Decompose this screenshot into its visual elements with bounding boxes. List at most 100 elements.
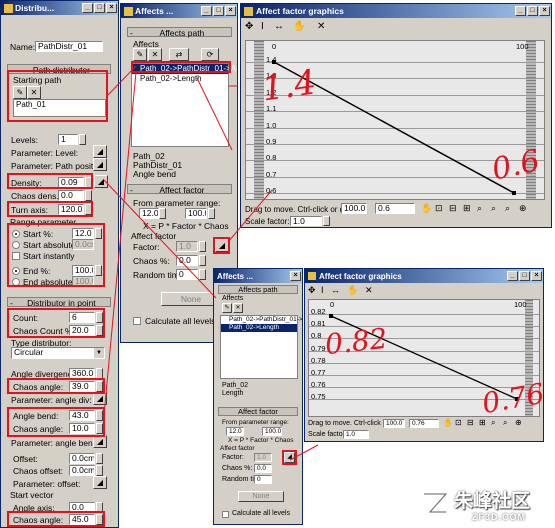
range-to-field[interactable]: 100.0 xyxy=(185,208,207,219)
zoom-vertical-icon[interactable]: ⊞ xyxy=(463,202,471,214)
range-from-spinner[interactable] xyxy=(159,208,166,219)
levels-field[interactable]: 1 xyxy=(58,134,78,145)
minimize-icon[interactable]: _ xyxy=(507,271,518,281)
levels-spinner[interactable] xyxy=(79,134,86,145)
pan-icon[interactable]: ✋ xyxy=(421,202,432,214)
range-from-field[interactable]: 12.0 xyxy=(139,208,159,219)
add-affect-icon[interactable]: ✎ xyxy=(222,303,232,313)
close-icon[interactable]: × xyxy=(539,6,550,16)
list-item[interactable]: Path_02->Length xyxy=(221,324,297,332)
graph-top-titlebar[interactable]: Affect factor graphics _ □ × xyxy=(241,4,551,18)
search-icon[interactable]: ⌕ xyxy=(505,202,510,214)
status-field-y[interactable]: 0.76 xyxy=(409,419,439,428)
maximize-icon[interactable]: □ xyxy=(94,3,105,13)
pick-node-icon[interactable]: ⇄ xyxy=(169,48,189,61)
graph-key-start[interactable] xyxy=(272,60,276,64)
chaos-field[interactable]: 0.0 xyxy=(254,464,272,473)
zoom-region-icon[interactable]: ⌕ xyxy=(491,202,496,214)
move-key-icon[interactable]: ✥ xyxy=(245,21,253,33)
chaos-spinner[interactable] xyxy=(199,255,206,266)
factor-spinner[interactable] xyxy=(199,241,206,252)
offset-field[interactable]: 0.0cm xyxy=(69,453,95,464)
remove-affect-icon[interactable]: ✕ xyxy=(233,303,243,313)
param-level-graph-icon[interactable]: ◢ xyxy=(93,145,107,158)
scale-factor-field[interactable]: 1.0 xyxy=(343,430,369,439)
rollout-affect-factor[interactable]: - Affect factor xyxy=(127,184,232,195)
type-distributor-select[interactable]: Circular ▼ xyxy=(11,347,105,359)
rollout-affects-path[interactable]: - Affects path xyxy=(127,27,232,38)
random-time-field[interactable]: 0 xyxy=(254,475,272,484)
random-time-field[interactable]: 0 xyxy=(176,269,198,280)
affects-titlebar[interactable]: Affects ... _ □ × xyxy=(121,4,237,18)
rollout-affect-factor[interactable]: Affect factor xyxy=(218,407,298,416)
minimize-icon[interactable]: _ xyxy=(515,6,526,16)
close-icon[interactable]: × xyxy=(290,271,301,281)
close-icon[interactable]: × xyxy=(225,6,236,16)
maximize-icon[interactable]: □ xyxy=(519,271,530,281)
graph-key-end[interactable] xyxy=(512,191,516,195)
rollout-affects-path[interactable]: Affects path xyxy=(218,285,298,294)
affects-list[interactable]: Path_02->PathDistr_01->A Path_02->Length xyxy=(220,315,302,379)
graph-lower-titlebar[interactable]: Affect factor graphics _ □ × xyxy=(305,269,543,283)
zoom-all-icon[interactable]: ⊕ xyxy=(515,417,522,429)
factor-field[interactable]: 1.0 xyxy=(254,453,272,462)
zoom-all-icon[interactable]: ⊕ xyxy=(519,202,527,214)
delete-key-icon[interactable]: ✕ xyxy=(365,284,373,296)
zoom-icon[interactable]: ⌕ xyxy=(477,202,482,214)
calc-all-levels-checkbox[interactable] xyxy=(133,317,141,325)
zoom-extents-icon[interactable]: ⊡ xyxy=(455,417,462,429)
affects-list[interactable]: Path_02->PathDistr_01->A Path_02->Length xyxy=(131,63,236,147)
zoom-horizontal-icon[interactable]: ⊟ xyxy=(449,202,457,214)
remove-affect-icon[interactable]: ✕ xyxy=(148,48,162,61)
status-field-x[interactable]: 100.0 xyxy=(383,419,405,428)
maximize-icon[interactable]: □ xyxy=(213,6,224,16)
zoom-horizontal-icon[interactable]: ⊟ xyxy=(467,417,474,429)
pan-hand-icon[interactable]: ✋ xyxy=(347,284,358,296)
random-time-spinner[interactable] xyxy=(199,269,206,280)
offset-spinner[interactable] xyxy=(96,453,103,464)
pan-hand-icon[interactable]: ✋ xyxy=(293,21,305,33)
minimize-icon[interactable]: _ xyxy=(201,6,212,16)
list-item[interactable]: Path_02->Length xyxy=(132,74,228,84)
chaos-offset-spinner[interactable] xyxy=(96,465,103,476)
calc-all-levels-checkbox[interactable] xyxy=(222,511,229,518)
maximize-icon[interactable]: □ xyxy=(527,6,538,16)
rollout-distributor-in-point[interactable]: - Distributor in point xyxy=(7,297,111,308)
range-to-field[interactable]: 100.0 xyxy=(262,427,282,436)
scale-factor-field[interactable]: 1.0 xyxy=(290,216,322,226)
status-field-y[interactable]: 0.6 xyxy=(375,203,415,214)
list-item[interactable]: Path_02->PathDistr_01->A xyxy=(221,316,302,324)
affects-lower-titlebar[interactable]: Affects ... × xyxy=(214,269,302,283)
param-offset-graph-icon[interactable]: ◢ xyxy=(93,476,107,489)
none-button[interactable]: None xyxy=(161,292,221,306)
minimize-icon[interactable]: _ xyxy=(82,3,93,13)
none-button[interactable]: None xyxy=(238,491,284,502)
close-icon[interactable]: × xyxy=(531,271,542,281)
chaos-dens-spinner[interactable] xyxy=(85,190,92,201)
delete-key-icon[interactable]: ✕ xyxy=(317,21,325,33)
distributor-titlebar[interactable]: Distribu... _ □ × xyxy=(1,1,118,15)
close-icon[interactable]: × xyxy=(106,3,117,13)
move-vertical-icon[interactable]: I xyxy=(261,21,264,33)
name-field[interactable]: PathDistr_01 xyxy=(35,41,103,52)
factor-field[interactable]: 1.0 xyxy=(176,241,198,252)
move-horizontal-icon[interactable]: ↔ xyxy=(274,21,284,33)
move-key-icon[interactable]: ✥ xyxy=(308,284,316,296)
param-path-pos-graph-icon[interactable]: ◢ xyxy=(93,158,107,171)
range-to-spinner[interactable] xyxy=(208,208,215,219)
zoom-extents-icon[interactable]: ⊡ xyxy=(435,202,443,214)
graph-key-start[interactable] xyxy=(329,314,333,318)
range-from-field[interactable]: 12.0 xyxy=(226,427,244,436)
chaos-field[interactable]: 0.0 xyxy=(176,255,198,266)
link-icon[interactable]: ⟳ xyxy=(201,48,219,61)
scale-factor-spinner[interactable] xyxy=(323,216,330,226)
pan-icon[interactable]: ✋ xyxy=(443,417,453,429)
chevron-down-icon[interactable]: ▼ xyxy=(94,348,104,358)
chaos-dens-field[interactable]: 0.0 xyxy=(58,190,84,201)
add-affect-icon[interactable]: ✎ xyxy=(133,48,147,61)
move-vertical-icon[interactable]: I xyxy=(321,284,324,296)
status-field-x[interactable]: 100.0 xyxy=(341,203,367,214)
move-horizontal-icon[interactable]: ↔ xyxy=(331,284,340,296)
chaos-offset-field[interactable]: 0.0cm xyxy=(69,465,95,476)
density-graph-icon[interactable]: ◢ xyxy=(94,175,108,188)
